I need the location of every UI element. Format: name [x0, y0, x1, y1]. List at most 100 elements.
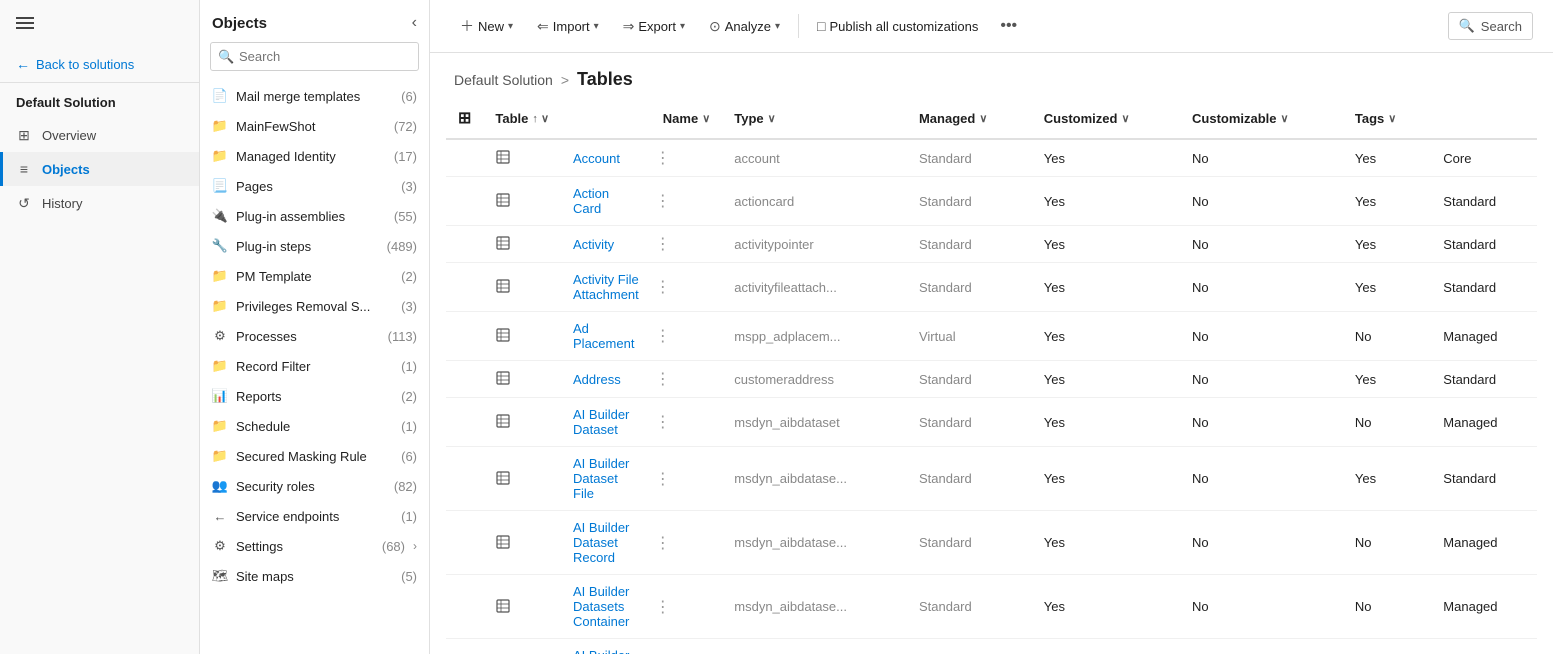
- row-select-cell: [446, 398, 483, 447]
- nav-item-overview[interactable]: ⊞ Overview: [0, 118, 199, 152]
- row-table-name[interactable]: Account: [561, 139, 651, 177]
- row-more-options[interactable]: ⋮: [651, 226, 722, 263]
- analyze-button[interactable]: ⊙ Analyze ▾: [699, 12, 790, 41]
- table-row[interactable]: Activity File Attachment⋮activityfileatt…: [446, 263, 1537, 312]
- row-more-options[interactable]: ⋮: [651, 447, 722, 511]
- table-row[interactable]: Ad Placement⋮mspp_adplacem...VirtualYesN…: [446, 312, 1537, 361]
- row-type: Standard: [907, 398, 1032, 447]
- col-managed[interactable]: Managed ∨: [907, 98, 1032, 139]
- middle-search-input[interactable]: [210, 42, 419, 71]
- table-row[interactable]: AI Builder Dataset File⋮msdyn_aibdatase.…: [446, 447, 1537, 511]
- list-item[interactable]: ←Service endpoints(1): [200, 501, 429, 531]
- more-options-icon: •••: [1000, 17, 1017, 34]
- list-item-label: Plug-in steps: [236, 239, 379, 254]
- list-item[interactable]: 🔧Plug-in steps(489): [200, 231, 429, 261]
- col-type[interactable]: Type ∨: [722, 98, 907, 139]
- list-item[interactable]: 📁Privileges Removal S...(3): [200, 291, 429, 321]
- table-row[interactable]: Address⋮customeraddressStandardYesNoYesS…: [446, 361, 1537, 398]
- table-row[interactable]: Account⋮accountStandardYesNoYesCore: [446, 139, 1537, 177]
- table-row[interactable]: AI Builder Dataset Record⋮msdyn_aibdatas…: [446, 511, 1537, 575]
- row-more-options[interactable]: ⋮: [651, 361, 722, 398]
- publish-button[interactable]: □ Publish all customizations: [807, 12, 988, 40]
- list-item-label: Mail merge templates: [236, 89, 393, 104]
- hamburger-menu[interactable]: [0, 0, 199, 46]
- overview-icon: ⊞: [16, 127, 32, 143]
- list-item[interactable]: 📃Pages(3): [200, 171, 429, 201]
- row-table-name[interactable]: Action Card: [561, 177, 651, 226]
- nav-item-objects[interactable]: ≡ Objects: [0, 152, 199, 186]
- table-row[interactable]: Activity⋮activitypointerStandardYesNoYes…: [446, 226, 1537, 263]
- row-icon-cell: [483, 398, 561, 447]
- col-customized[interactable]: Customized ∨: [1032, 98, 1180, 139]
- row-table-name[interactable]: AI Builder Datasets Container: [561, 575, 651, 639]
- row-table-name[interactable]: AI Builder Dataset: [561, 398, 651, 447]
- col-customizable[interactable]: Customizable ∨: [1180, 98, 1343, 139]
- list-item[interactable]: 👥Security roles(82): [200, 471, 429, 501]
- export-button[interactable]: ⇒ Export ▾: [613, 12, 695, 41]
- row-more-options[interactable]: ⋮: [651, 312, 722, 361]
- list-item[interactable]: 📁Managed Identity(17): [200, 141, 429, 171]
- table-row[interactable]: AI Builder Feedback Loop⋮msdyn_aibfeedb.…: [446, 639, 1537, 654]
- row-more-options[interactable]: ⋮: [651, 398, 722, 447]
- row-more-options[interactable]: ⋮: [651, 263, 722, 312]
- row-customizable: Yes: [1343, 639, 1431, 654]
- list-item[interactable]: 📁Record Filter(1): [200, 351, 429, 381]
- col-type-label: Type: [734, 111, 763, 126]
- table-row[interactable]: Action Card⋮actioncardStandardYesNoYesSt…: [446, 177, 1537, 226]
- back-to-solutions-link[interactable]: ← Back to solutions: [0, 46, 199, 83]
- list-item[interactable]: 📊Reports(2): [200, 381, 429, 411]
- row-more-options[interactable]: ⋮: [651, 177, 722, 226]
- list-item-icon: 📁: [212, 148, 228, 164]
- row-table-name[interactable]: Ad Placement: [561, 312, 651, 361]
- row-table-name[interactable]: AI Builder Dataset Record: [561, 511, 651, 575]
- list-item-label: Settings: [236, 539, 374, 554]
- table-row[interactable]: AI Builder Dataset⋮msdyn_aibdatasetStand…: [446, 398, 1537, 447]
- tables-table: ⊞ Table ↑ ∨ Name ∨: [446, 98, 1537, 654]
- row-table-name[interactable]: Address: [561, 361, 651, 398]
- list-item-icon: 📁: [212, 358, 228, 374]
- list-item[interactable]: 📁Schedule(1): [200, 411, 429, 441]
- list-item-icon: ⚙: [212, 328, 228, 344]
- toolbar-search[interactable]: 🔍 Search: [1448, 12, 1533, 40]
- row-table-name[interactable]: Activity File Attachment: [561, 263, 651, 312]
- new-button[interactable]: ＋ New ▾: [450, 10, 523, 42]
- nav-item-history[interactable]: ↺ History: [0, 186, 199, 220]
- breadcrumb-link[interactable]: Default Solution: [454, 72, 553, 88]
- list-item-icon: 📊: [212, 388, 228, 404]
- tags-sort-icon: ∨: [1388, 112, 1396, 125]
- publish-label: Publish all customizations: [829, 19, 978, 34]
- row-more-options[interactable]: ⋮: [651, 639, 722, 654]
- collapse-panel-icon[interactable]: ‹: [412, 14, 417, 32]
- row-table-name[interactable]: AI Builder Feedback Loop: [561, 639, 651, 654]
- list-item-count: (1): [401, 419, 417, 434]
- import-button[interactable]: ⇐ Import ▾: [527, 12, 609, 41]
- list-item-count: (55): [394, 209, 417, 224]
- row-managed: Yes: [1032, 139, 1180, 177]
- list-item[interactable]: 🔌Plug-in assemblies(55): [200, 201, 429, 231]
- list-item[interactable]: 📁MainFewShot(72): [200, 111, 429, 141]
- list-item[interactable]: ⚙Settings(68)›: [200, 531, 429, 561]
- list-item-expand-icon[interactable]: ›: [413, 539, 417, 553]
- row-type: Virtual: [907, 312, 1032, 361]
- col-name[interactable]: Name ∨: [651, 98, 722, 139]
- row-more-options[interactable]: ⋮: [651, 511, 722, 575]
- row-table-name[interactable]: AI Builder Dataset File: [561, 447, 651, 511]
- list-item[interactable]: ⚙Processes(113): [200, 321, 429, 351]
- list-item[interactable]: 📁Secured Masking Rule(6): [200, 441, 429, 471]
- row-more-options[interactable]: ⋮: [651, 575, 722, 639]
- col-table[interactable]: Table ↑ ∨: [483, 98, 561, 139]
- list-item[interactable]: 🗺Site maps(5): [200, 561, 429, 591]
- row-type: Standard: [907, 447, 1032, 511]
- more-options-button[interactable]: •••: [992, 11, 1025, 41]
- row-table-name[interactable]: Activity: [561, 226, 651, 263]
- row-more-options[interactable]: ⋮: [651, 139, 722, 177]
- list-item-label: Managed Identity: [236, 149, 386, 164]
- list-item[interactable]: 📄Mail merge templates(6): [200, 81, 429, 111]
- row-tags: Standard: [1431, 226, 1537, 263]
- middle-panel-header: Objects ‹: [200, 0, 429, 42]
- col-select-all[interactable]: ⊞: [446, 98, 483, 139]
- table-sort-icon: ↑ ∨: [532, 112, 549, 125]
- col-tags[interactable]: Tags ∨: [1343, 98, 1431, 139]
- table-row[interactable]: AI Builder Datasets Container⋮msdyn_aibd…: [446, 575, 1537, 639]
- list-item[interactable]: 📁PM Template(2): [200, 261, 429, 291]
